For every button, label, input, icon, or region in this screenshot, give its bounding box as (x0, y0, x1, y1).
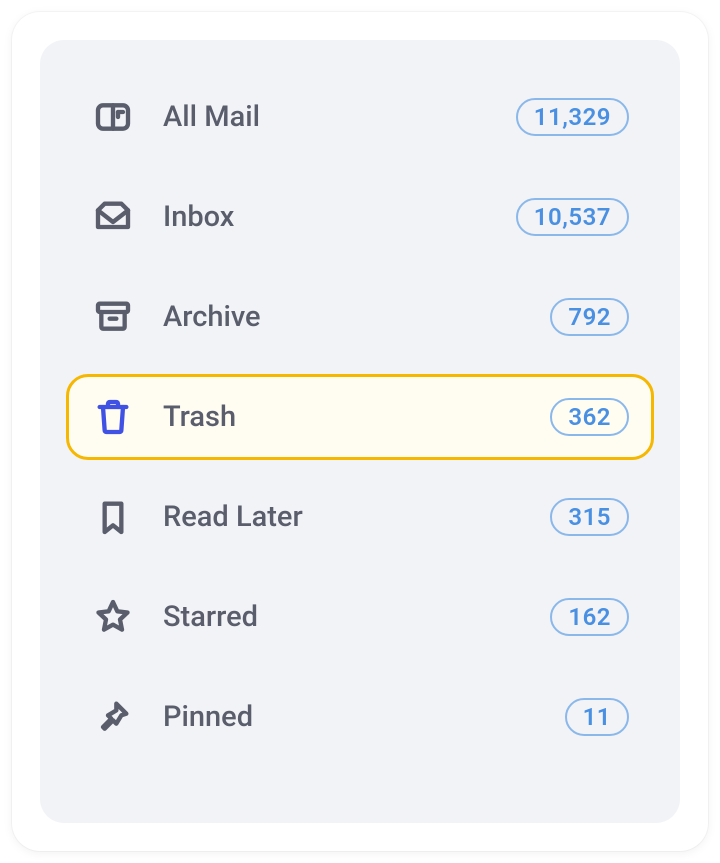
count-badge: 11 (565, 698, 629, 737)
count-badge: 162 (550, 598, 629, 637)
sidebar-item-starred[interactable]: Starred 162 (66, 574, 654, 660)
count-badge: 315 (550, 498, 629, 537)
trash-icon (91, 395, 135, 439)
count-badge: 11,329 (516, 98, 629, 137)
pin-icon (91, 695, 135, 739)
sidebar-item-archive[interactable]: Archive 792 (66, 274, 654, 360)
sidebar-item-label: Starred (163, 600, 550, 634)
card-container: All Mail 11,329 Inbox 10,537 (12, 12, 708, 851)
sidebar-item-label: Archive (163, 300, 550, 334)
star-icon (91, 595, 135, 639)
sidebar-item-inbox[interactable]: Inbox 10,537 (66, 174, 654, 260)
sidebar-item-trash[interactable]: Trash 362 (66, 374, 654, 460)
count-badge: 362 (550, 398, 629, 437)
archive-icon (91, 295, 135, 339)
sidebar-item-pinned[interactable]: Pinned 11 (66, 674, 654, 760)
sidebar-item-label: Read Later (163, 500, 550, 534)
mail-sidebar: All Mail 11,329 Inbox 10,537 (40, 40, 680, 823)
sidebar-item-all-mail[interactable]: All Mail 11,329 (66, 74, 654, 160)
inbox-icon (91, 195, 135, 239)
mailbox-icon (91, 95, 135, 139)
count-badge: 792 (550, 298, 629, 337)
bookmark-icon (91, 495, 135, 539)
sidebar-item-label: Inbox (163, 200, 516, 234)
count-badge: 10,537 (516, 198, 629, 237)
sidebar-item-label: Pinned (163, 700, 565, 734)
sidebar-item-read-later[interactable]: Read Later 315 (66, 474, 654, 560)
sidebar-item-label: All Mail (163, 100, 516, 134)
sidebar-item-label: Trash (163, 400, 550, 434)
